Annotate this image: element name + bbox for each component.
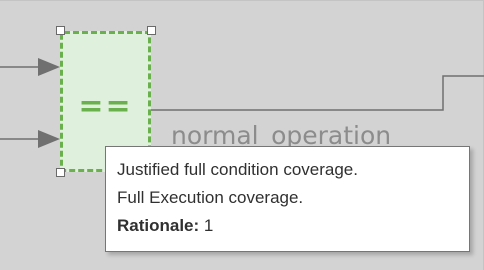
input-arrow-2	[38, 130, 60, 148]
output-wire	[151, 75, 484, 111]
equality-symbol: ==	[78, 89, 133, 124]
tooltip-condition-coverage: Justified full condition coverage.	[117, 160, 358, 179]
rationale-label: Rationale:	[117, 216, 200, 235]
tooltip-execution-coverage: Full Execution coverage.	[117, 188, 304, 207]
resize-handle-top-right[interactable]	[147, 26, 156, 35]
rationale-value: 1	[203, 216, 214, 235]
tooltip-rationale: Rationale: 1	[117, 212, 459, 240]
resize-handle-top-left[interactable]	[56, 26, 65, 35]
input-arrow-1	[38, 58, 60, 76]
resize-handle-bottom-left[interactable]	[56, 168, 65, 177]
coverage-tooltip: Justified full condition coverage. Full …	[105, 146, 470, 252]
model-canvas[interactable]: == normal_operation Justified full condi…	[0, 0, 484, 270]
